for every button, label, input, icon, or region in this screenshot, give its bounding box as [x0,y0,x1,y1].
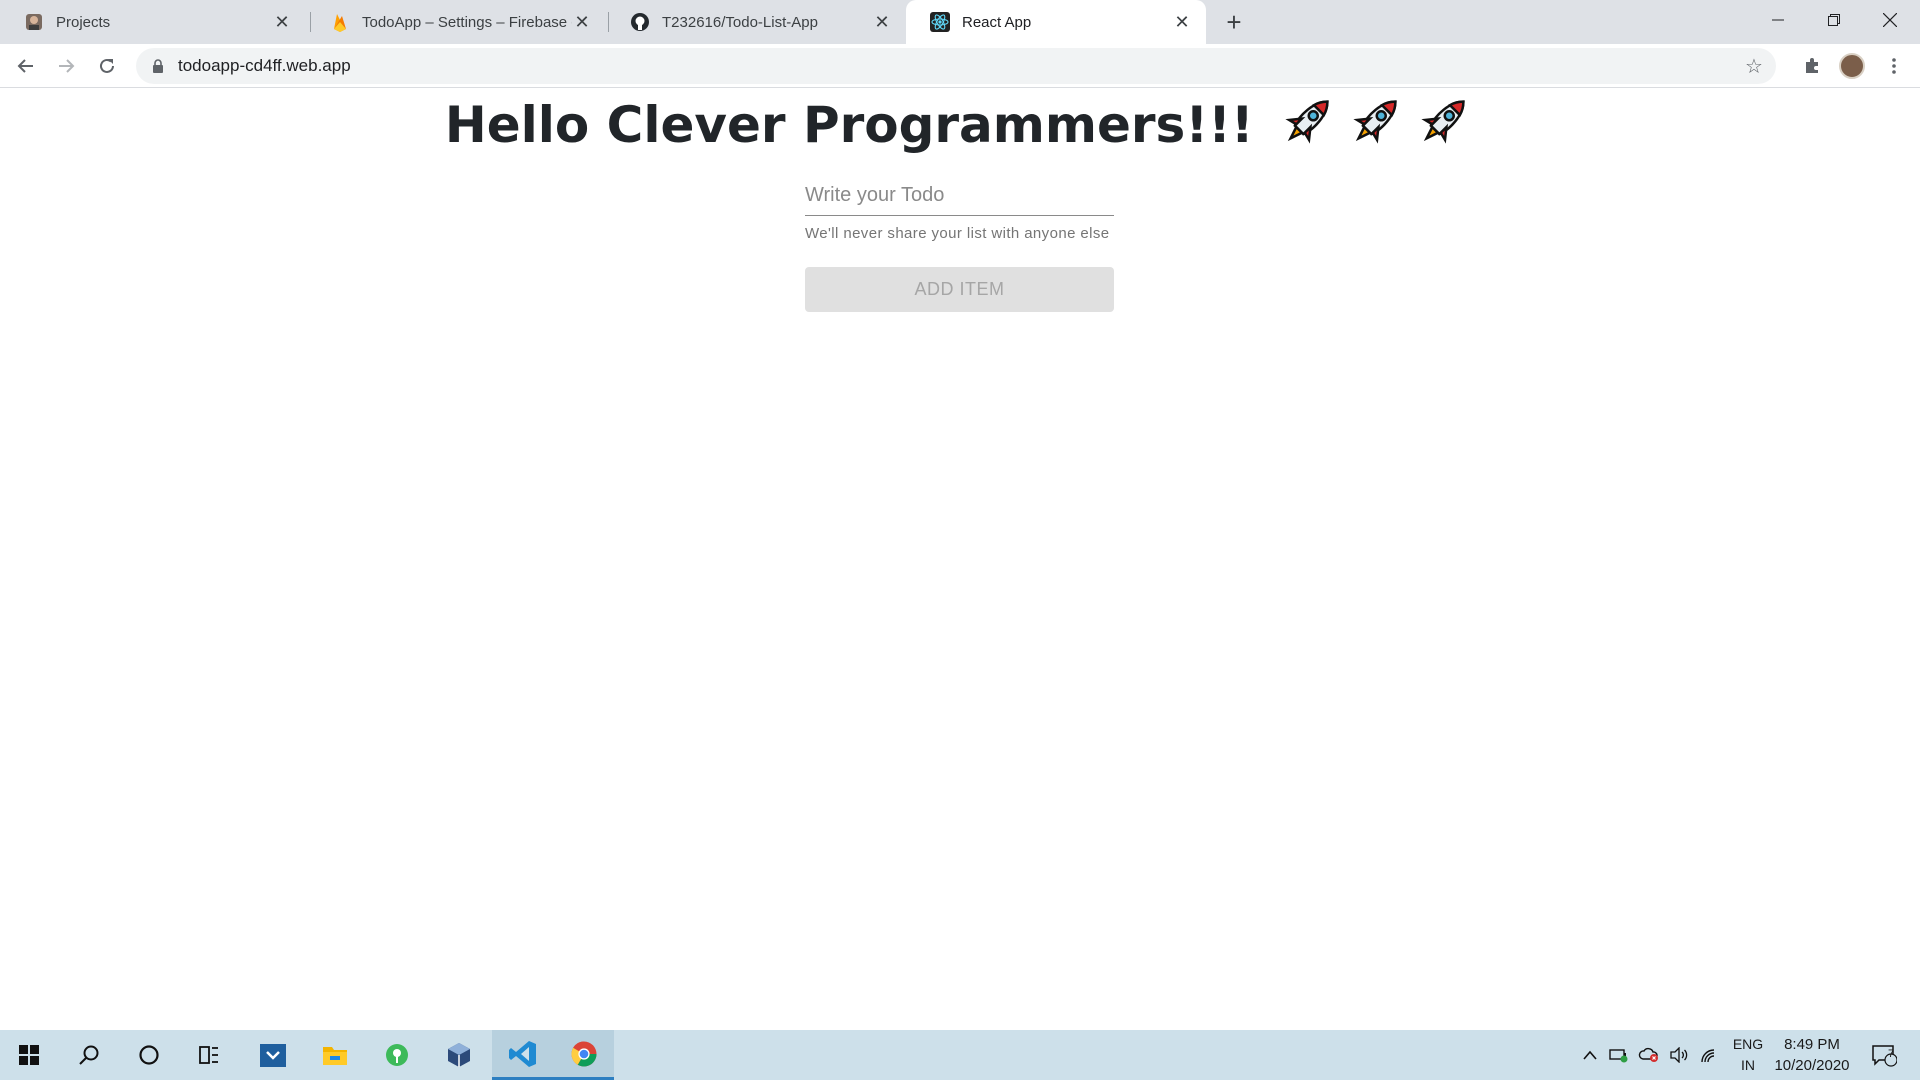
lock-icon[interactable] [150,58,166,74]
rocket-icon [1285,100,1329,144]
battery-icon[interactable] [1606,1030,1632,1080]
profile-button[interactable] [1836,50,1868,82]
chrome-icon [571,1041,596,1066]
restore-icon [1828,14,1840,26]
wifi-icon[interactable] [1696,1030,1722,1080]
add-item-button[interactable]: ADD ITEM [805,267,1114,312]
page-heading: Hello Clever Programmers!!! [0,90,1920,154]
clock[interactable]: 8:49 PM 10/20/2020 [1770,1034,1854,1076]
tray-overflow-icon[interactable] [1578,1030,1602,1080]
close-icon[interactable]: ✕ [872,12,892,32]
back-button[interactable] [10,50,42,82]
search-icon [79,1045,99,1065]
close-icon[interactable]: ✕ [572,12,592,32]
url-text[interactable]: todoapp-cd4ff.web.app [178,56,351,76]
new-tab-button[interactable]: + [1220,7,1248,37]
forward-button[interactable] [50,50,82,82]
store-icon [260,1044,286,1067]
firebase-icon [330,12,350,32]
start-button[interactable] [4,1030,54,1080]
volume-icon[interactable] [1666,1030,1692,1080]
bookmark-star-icon[interactable]: ☆ [1744,56,1764,78]
github-icon [630,12,650,32]
taskbar-app-store[interactable] [248,1030,298,1080]
react-icon [930,12,950,32]
menu-button[interactable] [1878,50,1910,82]
reload-button[interactable] [91,50,123,82]
close-icon [1883,13,1897,27]
restore-button[interactable] [1806,0,1862,40]
tab-firebase[interactable]: TodoApp – Settings – Firebase co ✕ [306,0,606,44]
vscode-icon [508,1040,536,1067]
close-icon[interactable]: ✕ [1172,12,1192,32]
language-indicator[interactable]: ENG IN [1728,1034,1768,1076]
file-explorer-icon [323,1047,347,1065]
task-view-button[interactable] [184,1030,234,1080]
rocket-icon [1353,100,1397,144]
cortana-button[interactable] [124,1030,174,1080]
close-icon[interactable]: ✕ [272,12,292,32]
arrow-right-icon [59,59,75,73]
kebab-menu-icon [1892,58,1896,74]
puzzle-icon [1806,58,1818,73]
close-window-button[interactable] [1862,0,1918,40]
avatar-favicon-icon [24,12,44,32]
tab-title: TodoApp – Settings – Firebase co [362,13,572,31]
taskbar-app-maps[interactable] [372,1030,422,1080]
clock-date: 10/20/2020 [1774,1057,1850,1074]
tab-react-app[interactable]: React App ✕ [906,0,1206,44]
tab-title: React App [962,13,1032,31]
language-code: ENG [1732,1036,1764,1052]
clock-time: 8:49 PM [1784,1036,1840,1053]
start-icon [19,1045,39,1065]
task-view-icon [199,1046,218,1064]
helper-text: We'll never share your list with anyone … [805,225,1110,242]
cortana-icon [139,1045,159,1065]
tab-strip: Projects ✕ TodoApp – Settings – Firebase… [0,0,1920,44]
todo-form-field: We'll never share your list with anyone … [805,184,1114,242]
tab-title: Projects [56,13,111,31]
browser-toolbar: todoapp-cd4ff.web.app ☆ [0,44,1920,88]
region-code: IN [1741,1057,1755,1073]
minimize-icon [1772,19,1784,21]
taskbar-app-vscode[interactable] [492,1030,553,1080]
notification-count: 7 [1888,1048,1895,1060]
windows-taskbar: ENG IN 8:49 PM 10/20/2020 7 [0,1030,1920,1080]
tab-projects[interactable]: Projects ✕ [0,0,306,44]
rocket-icon [1421,100,1465,144]
taskbar-app-chrome[interactable] [553,1030,614,1080]
heading-text: Hello Clever Programmers!!! [444,96,1254,154]
notifications-button[interactable]: 7 [1864,1030,1904,1080]
taskbar-app-file-explorer[interactable] [310,1030,360,1080]
arrow-left-icon [17,59,33,73]
avatar [1839,53,1865,79]
page-content: Hello Clever Programmers!!! Write your T… [0,88,1920,1030]
tab-github[interactable]: T232616/Todo-List-App ✕ [606,0,906,44]
onedrive-error-icon[interactable] [1636,1030,1662,1080]
minimize-button[interactable] [1750,0,1806,40]
reload-icon [100,58,114,73]
virtualbox-icon [448,1043,470,1067]
search-button[interactable] [64,1030,114,1080]
todo-input[interactable] [805,184,1114,216]
address-bar[interactable]: todoapp-cd4ff.web.app ☆ [136,48,1776,84]
taskbar-app-virtualbox[interactable] [434,1030,484,1080]
extensions-button[interactable] [1796,50,1828,82]
maps-icon [386,1044,408,1066]
tab-title: T232616/Todo-List-App [662,13,818,31]
